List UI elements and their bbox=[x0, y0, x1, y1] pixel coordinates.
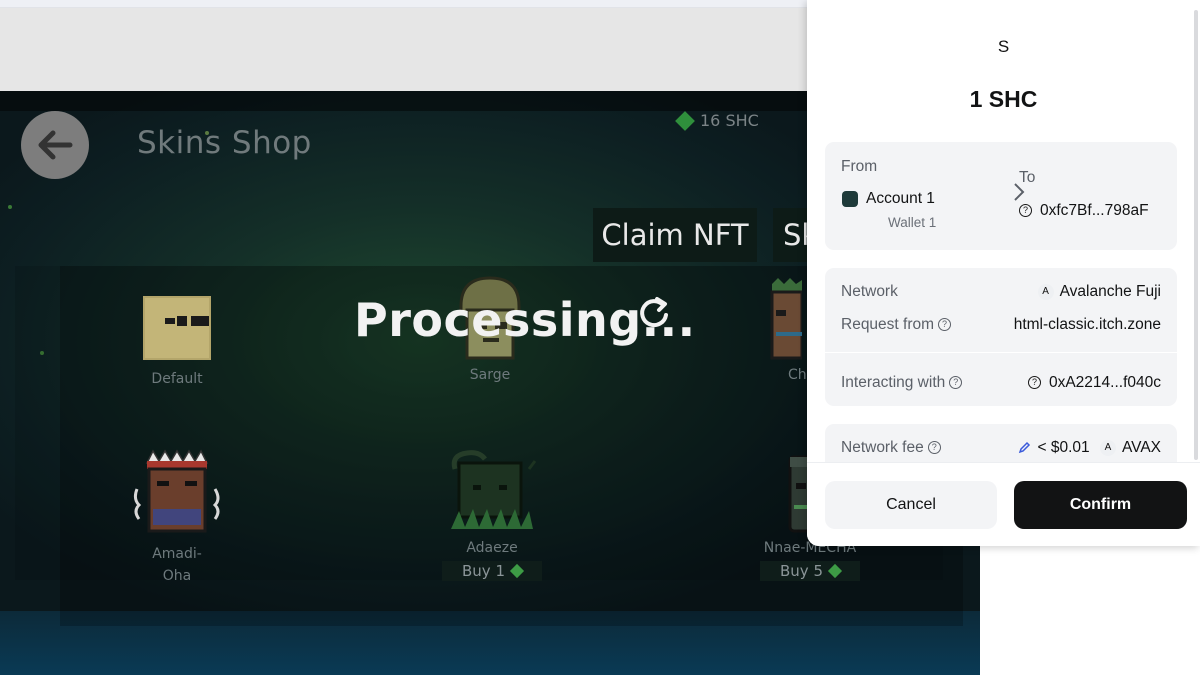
to-address[interactable]: ? 0xfc7Bf...798aF bbox=[1019, 202, 1149, 220]
coin-balance-value: 16 SHC bbox=[700, 111, 759, 130]
skin-name: Adaeze bbox=[466, 540, 518, 556]
network-fee-value[interactable]: < $0.01 A AVAX bbox=[1018, 439, 1161, 457]
from-to-card: From Account 1 Wallet 1 To ? 0xfc7Bf...79… bbox=[825, 142, 1177, 250]
transfer-amount: 1 SHC bbox=[969, 86, 1038, 112]
interacting-with-text: Interacting with bbox=[841, 374, 946, 391]
skin-card-default[interactable]: Default bbox=[122, 296, 232, 390]
back-button[interactable] bbox=[21, 111, 89, 179]
avalanche-icon: A bbox=[1037, 283, 1054, 300]
wallet-confirm-popup: S 1 SHC From Account 1 Wallet 1 To ? 0xfc… bbox=[807, 0, 1200, 546]
coin-balance: 16 SHC bbox=[675, 110, 759, 131]
popup-footer: Cancel Confirm bbox=[807, 462, 1200, 546]
interacting-with-label: Interacting with? bbox=[841, 374, 963, 392]
address-icon: ? bbox=[1019, 204, 1032, 218]
skin-name: Sarge bbox=[469, 367, 511, 383]
cancel-button[interactable]: Cancel bbox=[825, 481, 997, 529]
arrow-left-icon bbox=[38, 130, 73, 160]
page-background bbox=[980, 546, 1200, 675]
gem-icon bbox=[509, 563, 525, 579]
speck bbox=[8, 205, 12, 209]
shop-title: Skins Shop bbox=[137, 125, 312, 161]
to-label: To bbox=[1019, 169, 1036, 186]
gem-icon bbox=[675, 110, 695, 131]
request-from-text: Request from bbox=[841, 316, 935, 333]
skin-card-adaeze[interactable]: Adaeze Buy 1 bbox=[440, 449, 544, 581]
skin-amadi-oha-icon bbox=[133, 449, 220, 533]
info-icon[interactable]: ? bbox=[949, 376, 963, 390]
to-address-value: 0xfc7Bf...798aF bbox=[1040, 202, 1149, 219]
scrollbar[interactable] bbox=[1194, 10, 1198, 460]
from-label: From bbox=[841, 158, 878, 175]
skin-card-amadi-oha[interactable]: Amadi- Oha bbox=[122, 449, 232, 587]
price-label: Buy 5 bbox=[780, 562, 823, 580]
divider bbox=[825, 352, 1177, 353]
account-icon bbox=[842, 191, 858, 207]
network-label: Network bbox=[841, 283, 898, 300]
info-icon[interactable]: ? bbox=[938, 318, 952, 332]
info-icon[interactable]: ? bbox=[927, 441, 941, 455]
fee-amount: < $0.01 bbox=[1037, 439, 1090, 456]
loading-spinner-icon bbox=[640, 297, 668, 328]
network-name: Avalanche Fuji bbox=[1059, 283, 1161, 300]
confirm-button[interactable]: Confirm bbox=[1014, 481, 1187, 529]
buy-button-adaeze[interactable]: Buy 1 bbox=[442, 561, 542, 581]
avalanche-icon: A bbox=[1099, 439, 1116, 456]
dapp-avatar: S bbox=[997, 37, 1010, 56]
skin-name: Ch bbox=[788, 367, 807, 383]
screen: Skins Shop 16 SHC Default Sarge Ch Amadi… bbox=[0, 0, 1200, 675]
network-value: A Avalanche Fuji bbox=[1037, 283, 1161, 301]
network-card: Network A Avalanche Fuji Request from? ht… bbox=[825, 268, 1177, 406]
request-from-value: html-classic.itch.zone bbox=[1013, 316, 1161, 333]
gem-icon bbox=[827, 563, 843, 579]
from-account[interactable]: Account 1 bbox=[866, 190, 935, 208]
interacting-with-value[interactable]: ? 0xA2214...f040c bbox=[1027, 374, 1161, 392]
skin-ch-icon bbox=[770, 278, 802, 360]
skin-name: Amadi- Oha bbox=[152, 546, 202, 584]
skin-adaeze-icon bbox=[451, 450, 537, 529]
price-label: Buy 1 bbox=[462, 562, 505, 580]
claim-nft-button[interactable]: Claim NFT bbox=[593, 208, 757, 262]
skin-name: Default bbox=[151, 371, 203, 387]
from-wallet: Wallet 1 bbox=[888, 215, 937, 230]
network-fee-text: Network fee bbox=[841, 439, 924, 456]
fee-token: AVAX bbox=[1121, 439, 1161, 456]
request-from-label: Request from? bbox=[841, 316, 952, 334]
contract-address: 0xA2214...f040c bbox=[1048, 374, 1161, 391]
edit-pencil-icon[interactable] bbox=[1018, 441, 1031, 454]
skin-default-icon bbox=[143, 296, 211, 360]
buy-button-nnae-mecha[interactable]: Buy 5 bbox=[760, 561, 860, 581]
network-fee-label: Network fee? bbox=[841, 439, 941, 457]
address-icon: ? bbox=[1027, 376, 1041, 390]
